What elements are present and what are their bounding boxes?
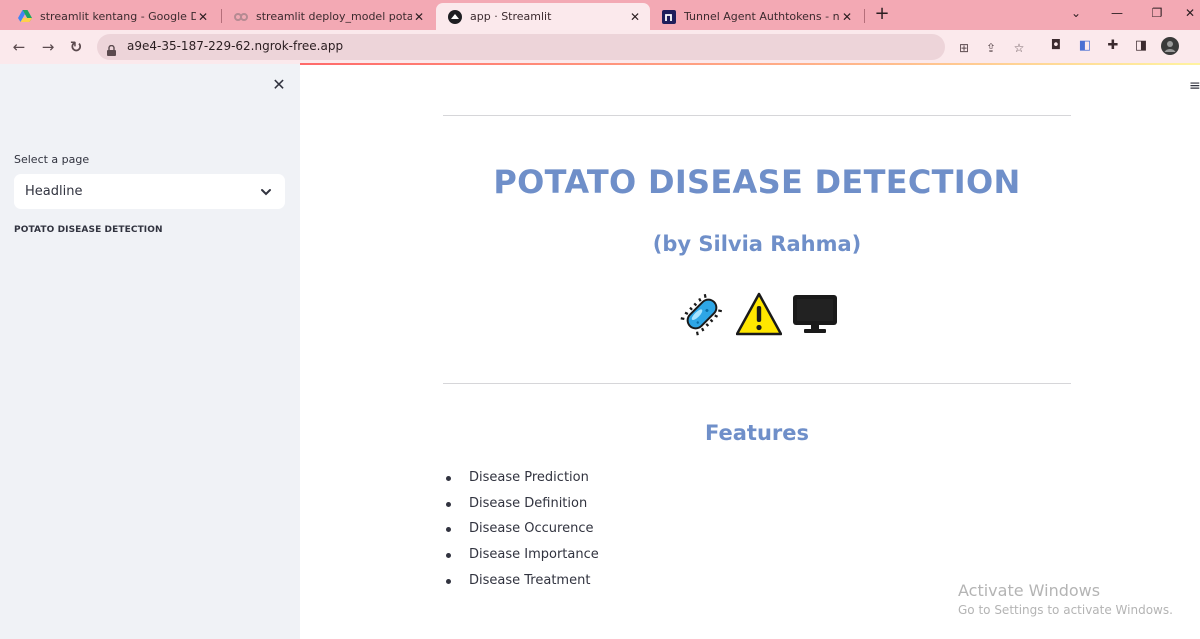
restore-window-button[interactable]: ❐ — [1147, 3, 1167, 23]
close-tab-icon[interactable]: ✕ — [196, 10, 210, 24]
back-button[interactable]: ← — [9, 37, 29, 57]
desktop-computer-icon — [792, 294, 838, 338]
tab-title: streamlit kentang - Google Drive — [40, 10, 196, 23]
page-title: POTATO DISEASE DETECTION — [493, 163, 1021, 201]
close-window-button[interactable]: ✕ — [1180, 3, 1200, 23]
features-heading: Features — [705, 421, 809, 445]
close-tab-icon[interactable]: ✕ — [840, 10, 854, 24]
tab-google-drive[interactable]: streamlit kentang - Google Drive ✕ — [6, 3, 218, 30]
watermark-subtitle: Go to Settings to activate Windows. — [958, 603, 1173, 617]
sidebar-heading: POTATO DISEASE DETECTION — [14, 225, 163, 235]
address-bar[interactable]: a9e4-35-187-229-62.ngrok-free.app ⊞ ⇪ ☆ — [97, 34, 1024, 60]
sidebar: ✕ Select a page Headline POTATO DISEASE … — [0, 64, 300, 639]
extensions-puzzle-icon[interactable]: ✚ — [1104, 37, 1122, 55]
side-panel-icon[interactable]: ◨ — [1132, 37, 1150, 55]
bullet — [446, 476, 451, 481]
select-page-label: Select a page — [14, 153, 90, 166]
chevron-down-icon — [259, 184, 273, 198]
share-icon[interactable]: ⇪ — [983, 41, 999, 55]
colab-icon — [234, 10, 248, 24]
divider — [443, 383, 1071, 384]
bullet — [446, 527, 451, 533]
list-item: Disease Occurence — [443, 519, 743, 545]
close-sidebar-icon[interactable]: ✕ — [270, 76, 288, 94]
tab-title: Tunnel Agent Authtokens - ngrok — [684, 10, 840, 23]
list-item: Disease Treatment — [443, 571, 743, 597]
tab-title: streamlit deploy_model potato d — [256, 10, 412, 23]
page-select[interactable]: Headline — [14, 174, 285, 209]
camera-icon[interactable]: ◘ — [1047, 37, 1065, 55]
new-tab-button[interactable]: + — [872, 4, 892, 26]
profile-avatar[interactable] — [1161, 37, 1179, 55]
list-item: Disease Definition — [443, 494, 743, 520]
feature-label: Disease Definition — [469, 495, 588, 511]
reload-button[interactable]: ↻ — [66, 37, 86, 57]
tab-streamlit-app[interactable]: app · Streamlit ✕ — [436, 3, 650, 30]
watermark-title: Activate Windows — [958, 581, 1101, 600]
minimize-window-button[interactable]: — — [1107, 3, 1127, 23]
tab-search-chevron-icon[interactable]: ⌄ — [1066, 3, 1086, 23]
activate-windows-watermark: Activate Windows Go to Settings to activ… — [958, 581, 1173, 617]
feature-label: Disease Occurence — [469, 521, 594, 537]
streamlit-icon — [448, 9, 462, 24]
close-tab-icon[interactable]: ✕ — [412, 10, 426, 24]
divider — [443, 115, 1071, 116]
feature-label: Disease Importance — [469, 547, 599, 563]
tab-title: app · Streamlit — [470, 10, 552, 23]
microbe-icon — [678, 290, 726, 342]
tab-divider — [864, 9, 865, 23]
emoji-row — [678, 292, 838, 340]
bullet — [446, 578, 451, 584]
streamlit-loading-bar — [300, 63, 1200, 65]
list-item: Disease Prediction — [443, 468, 743, 494]
ngrok-icon — [662, 9, 676, 24]
feature-label: Disease Prediction — [469, 470, 589, 485]
page-subtitle: (by Silvia Rahma) — [652, 232, 862, 256]
page-select-value: Headline — [25, 184, 83, 199]
tab-ngrok[interactable]: Tunnel Agent Authtokens - ngrok ✕ — [650, 3, 862, 30]
warning-icon — [735, 292, 783, 340]
google-drive-icon — [18, 10, 32, 24]
forward-button[interactable]: → — [38, 37, 58, 57]
main-menu-icon[interactable]: ≡ — [1189, 78, 1200, 94]
bullet — [446, 553, 451, 559]
features-list: Disease Prediction Disease Definition Di… — [443, 468, 743, 596]
google-translate-extension-icon[interactable]: ◧ — [1076, 37, 1094, 55]
translate-icon[interactable]: ⊞ — [956, 41, 972, 55]
close-tab-icon[interactable]: ✕ — [628, 10, 642, 24]
list-item: Disease Importance — [443, 545, 743, 571]
lock-icon — [107, 41, 116, 56]
bullet — [446, 501, 451, 507]
url-text: a9e4-35-187-229-62.ngrok-free.app — [127, 39, 344, 53]
bookmark-star-icon[interactable]: ☆ — [1011, 41, 1027, 55]
feature-label: Disease Treatment — [469, 572, 591, 588]
browser-toolbar: ← → ↻ a9e4-35-187-229-62.ngrok-free.app … — [0, 30, 1200, 64]
browser-tab-strip: streamlit kentang - Google Drive ✕ strea… — [0, 0, 1200, 30]
tab-colab[interactable]: streamlit deploy_model potato d ✕ — [222, 3, 434, 30]
